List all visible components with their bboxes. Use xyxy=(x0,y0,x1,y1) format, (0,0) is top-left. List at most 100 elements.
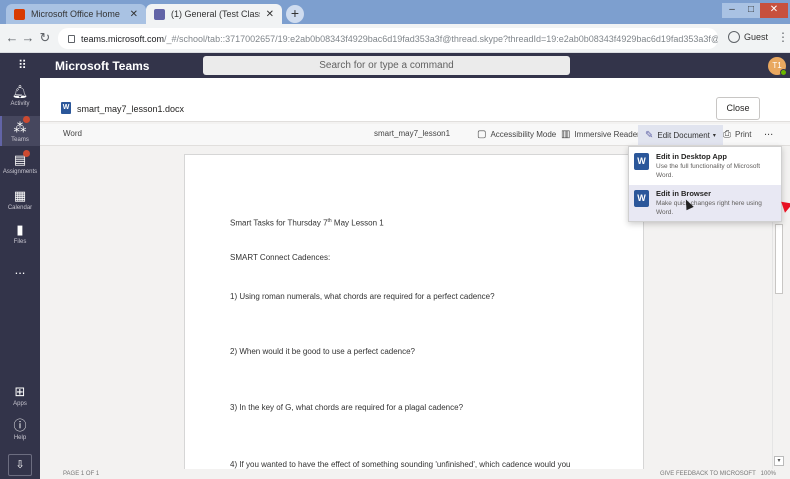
printer-icon: ⎙ xyxy=(723,129,731,140)
close-tab-icon[interactable]: ✕ xyxy=(130,9,138,20)
minimize-icon[interactable]: – xyxy=(722,3,742,18)
browser-toolbar: ← → ↻ teams.microsoft.com /_#/school/tab… xyxy=(0,24,790,53)
feedback-zoom-group: GIVE FEEDBACK TO MICROSOFT 100% xyxy=(660,471,776,477)
apps-icon: ⊞ xyxy=(14,384,26,399)
back-arrow-icon[interactable]: ← xyxy=(4,30,20,45)
immersive-reader-button[interactable]: ▥ Immersive Reader xyxy=(561,129,640,140)
question-1: 1) Using roman numerals, what chords are… xyxy=(230,292,495,301)
question-4: 4) If you wanted to have the effect of s… xyxy=(230,460,571,469)
file-header: W smart_may7_lesson1.docx Close xyxy=(40,78,790,122)
tab-title: Microsoft Office Home xyxy=(31,9,120,19)
search-input[interactable]: Search for or type a command xyxy=(203,56,570,75)
download-app-button[interactable]: ⇩ xyxy=(8,454,32,476)
office-favicon-icon xyxy=(14,8,25,20)
rail-item-calendar[interactable]: ▦ Calendar xyxy=(0,188,40,216)
print-label: Print xyxy=(735,130,752,139)
browser-tab-office-home[interactable]: Microsoft Office Home ✕ xyxy=(6,4,146,24)
main-content: W smart_may7_lesson1.docx Close Word sma… xyxy=(40,78,790,479)
rail-item-more[interactable]: ... xyxy=(0,262,40,278)
app-label: Word xyxy=(63,129,82,138)
close-tab-icon[interactable]: ✕ xyxy=(266,9,274,20)
rail-label: Files xyxy=(13,239,27,245)
browser-tab-teams[interactable]: (1) General (Test Class - C.Turnp ✕ xyxy=(146,4,282,24)
browser-tab-strip: Microsoft Office Home ✕ (1) General (Tes… xyxy=(0,0,790,24)
url-path: /_#/school/tab::3717002657/19:e2ab0b0834… xyxy=(164,33,718,44)
maximize-icon[interactable]: □ xyxy=(742,3,760,18)
document-page: Smart Tasks for Thursday 7th May Lesson … xyxy=(184,154,644,479)
more-options-button[interactable]: ... xyxy=(764,126,773,138)
rail-item-help[interactable]: ⓘ Help xyxy=(0,418,40,446)
more-icon: ... xyxy=(14,262,26,277)
question-2: 2) When would it be good to use a perfec… xyxy=(230,347,416,356)
chevron-down-icon: ▾ xyxy=(712,132,716,139)
feedback-link[interactable]: GIVE FEEDBACK TO MICROSOFT xyxy=(660,471,756,477)
immersive-reader-icon: ▥ xyxy=(561,129,571,140)
edit-document-button[interactable]: ✎ Edit Document ▾ xyxy=(638,125,723,145)
status-bar: PAGE 1 OF 1 GIVE FEEDBACK TO MICROSOFT 1… xyxy=(40,469,790,479)
app-title: Microsoft Teams xyxy=(55,59,150,73)
rail-label: Calendar xyxy=(7,205,33,211)
files-icon: ▮ xyxy=(16,222,24,237)
help-icon: ⓘ xyxy=(13,418,27,433)
profile-icon xyxy=(728,31,740,43)
menu-item-description: Make quick changes right here using Word… xyxy=(656,200,762,216)
document-name-label: smart_may7_lesson1 xyxy=(374,129,451,138)
menu-item-description: Use the full functionality of Microsoft … xyxy=(656,163,761,179)
accessibility-mode-button[interactable]: ▢ Accessibility Mode xyxy=(477,129,556,140)
lock-icon xyxy=(68,34,75,43)
avatar[interactable]: T1 xyxy=(768,57,787,76)
new-tab-button[interactable]: + xyxy=(286,5,304,23)
url-host: teams.microsoft.com xyxy=(81,33,165,44)
teams-header: ⠿ Microsoft Teams Search for or type a c… xyxy=(0,53,790,78)
assignments-icon: ▤ xyxy=(13,152,27,167)
word-ribbon: Word smart_may7_lesson1 ▢ Accessibility … xyxy=(40,124,790,146)
immersive-reader-label: Immersive Reader xyxy=(574,130,640,139)
tab-title: (1) General (Test Class - C.Turnp xyxy=(171,9,260,19)
accessibility-icon: ▢ xyxy=(477,129,487,140)
browser-menu-icon[interactable]: ⋮ xyxy=(777,30,789,44)
profile-button[interactable]: Guest xyxy=(728,31,768,43)
rail-item-files[interactable]: ▮ Files xyxy=(0,222,40,250)
calendar-icon: ▦ xyxy=(13,188,27,203)
edit-document-label: Edit Document xyxy=(657,130,710,140)
window-close-icon[interactable]: ✕ xyxy=(760,3,788,18)
scrollbar-thumb[interactable] xyxy=(775,224,783,294)
print-button[interactable]: ⎙ Print xyxy=(723,129,751,140)
word-app-icon: W xyxy=(634,153,649,170)
menu-item-edit-browser[interactable]: W Edit in Browser Make quick changes rig… xyxy=(629,185,781,221)
rail-item-assignments[interactable]: ▤ Assignments xyxy=(0,150,40,180)
word-app-icon: W xyxy=(634,190,649,207)
rail-item-apps[interactable]: ⊞ Apps xyxy=(0,384,40,412)
zoom-level[interactable]: 100% xyxy=(761,471,776,477)
rail-label: Activity xyxy=(10,101,30,107)
reload-icon[interactable]: ↻ xyxy=(37,30,53,46)
rail-label: Apps xyxy=(13,401,27,407)
rail-label: Assignments xyxy=(2,169,38,175)
presence-icon xyxy=(780,69,787,76)
notification-badge xyxy=(23,116,30,123)
avatar-initials: T1 xyxy=(772,61,782,70)
edit-document-menu: W Edit in Desktop App Use the full funct… xyxy=(628,146,782,222)
bell-icon: 🔔︎ xyxy=(11,84,29,99)
rail-item-teams[interactable]: ⁂ Teams xyxy=(0,116,40,146)
question-3: 3) In the key of G, what chords are requ… xyxy=(230,403,464,412)
forward-arrow-icon[interactable]: → xyxy=(20,30,36,45)
rail-label: Teams xyxy=(11,137,29,143)
app-launcher-icon[interactable]: ⠿ xyxy=(18,58,27,72)
address-bar[interactable]: teams.microsoft.com /_#/school/tab::3717… xyxy=(58,28,718,49)
accessibility-label: Accessibility Mode xyxy=(490,130,557,139)
teams-favicon-icon xyxy=(154,8,165,20)
rail-item-activity[interactable]: 🔔︎ Activity xyxy=(0,84,40,112)
page-indicator: PAGE 1 OF 1 xyxy=(63,471,100,477)
document-section-heading: SMART Connect Cadences: xyxy=(230,253,331,262)
file-name: smart_may7_lesson1.docx xyxy=(77,104,185,114)
rail-label: Help xyxy=(13,435,27,441)
profile-label: Guest xyxy=(744,32,769,42)
scroll-down-icon[interactable]: ▾ xyxy=(774,456,784,466)
menu-item-edit-desktop[interactable]: W Edit in Desktop App Use the full funct… xyxy=(629,148,781,184)
notification-badge xyxy=(23,150,30,157)
download-icon: ⇩ xyxy=(15,459,25,471)
document-title: Smart Tasks for Thursday 7th May Lesson … xyxy=(230,218,384,228)
close-button[interactable]: Close xyxy=(716,97,760,120)
menu-item-title: Edit in Desktop App xyxy=(656,152,727,161)
